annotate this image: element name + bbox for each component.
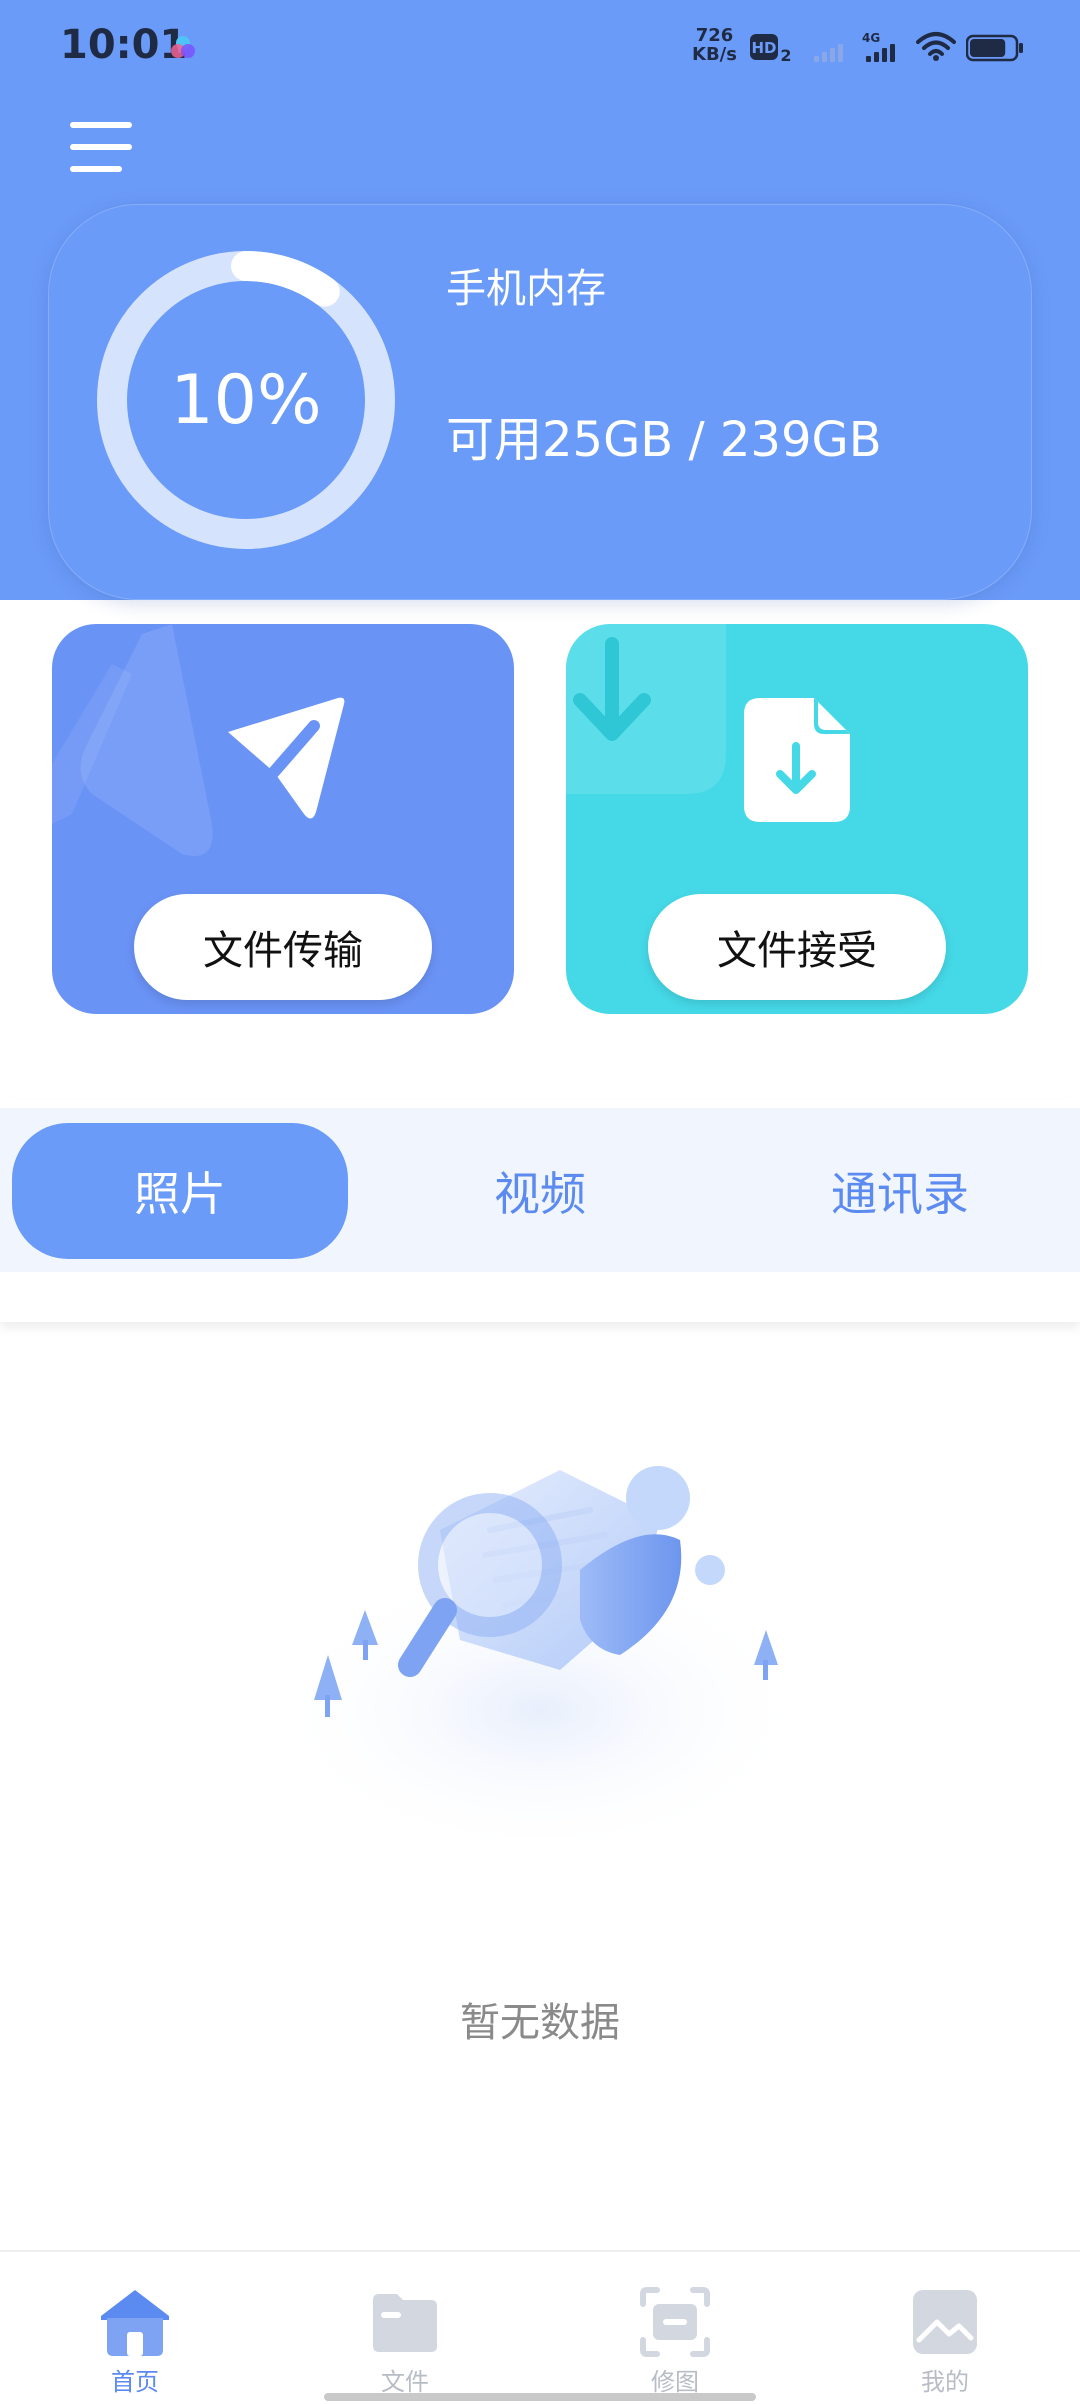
menu-button[interactable] xyxy=(70,122,132,174)
network-type-label: 4G xyxy=(862,31,880,45)
tab-contacts[interactable]: 通讯录 xyxy=(732,1123,1068,1259)
menu-icon-line xyxy=(70,144,132,150)
network-speed: 726 KB/s xyxy=(692,25,737,65)
battery-icon xyxy=(966,34,1023,62)
signal-weak-icon xyxy=(814,44,843,62)
file-download-icon xyxy=(744,698,850,822)
tab-photos[interactable]: 照片 xyxy=(12,1123,348,1259)
status-bar: 10:01 726 KB/s HD 2 4G xyxy=(0,0,1080,96)
folder-icon xyxy=(373,2294,437,2352)
app-notification-icon xyxy=(171,36,195,58)
tab-videos[interactable]: 视频 xyxy=(372,1123,708,1259)
nav-mine-label: 我的 xyxy=(921,2368,969,2396)
empty-state-illustration xyxy=(270,1466,810,1860)
file-transfer-button[interactable]: 文件传输 xyxy=(134,894,432,1000)
nav-mine[interactable]: 我的 xyxy=(865,2280,1025,2398)
nav-files[interactable]: 文件 xyxy=(325,2280,485,2398)
nav-edit-photo[interactable]: 修图 xyxy=(595,2280,755,2398)
menu-icon-line xyxy=(70,122,132,128)
home-icon xyxy=(101,2290,169,2356)
file-receive-button[interactable]: 文件接受 xyxy=(648,894,946,1000)
image-icon xyxy=(913,2290,977,2354)
nav-home-label: 首页 xyxy=(111,2368,159,2396)
hd-sub-label: 2 xyxy=(780,46,791,64)
home-indicator[interactable] xyxy=(324,2393,756,2401)
nav-edit-photo-label: 修图 xyxy=(651,2368,699,2396)
file-receive-card[interactable]: 文件接受 xyxy=(566,624,1028,1014)
send-icon xyxy=(228,697,345,819)
edit-photo-icon xyxy=(640,2287,710,2357)
hd-label: HD xyxy=(751,39,776,57)
nav-files-label: 文件 xyxy=(381,2368,429,2396)
hd-voice-icon: HD 2 xyxy=(750,34,792,64)
signal-4g-icon: 4G xyxy=(862,31,895,62)
nav-home[interactable]: 首页 xyxy=(55,2280,215,2398)
file-transfer-card[interactable]: 文件传输 xyxy=(52,624,514,1014)
wifi-icon xyxy=(916,32,956,61)
storage-percent: 10% xyxy=(170,360,322,440)
empty-state-text: 暂无数据 xyxy=(460,2000,620,2046)
storage-detail: 可用25GB / 239GB xyxy=(446,412,882,468)
storage-title: 手机内存 xyxy=(446,266,606,312)
menu-icon-line xyxy=(70,166,122,172)
